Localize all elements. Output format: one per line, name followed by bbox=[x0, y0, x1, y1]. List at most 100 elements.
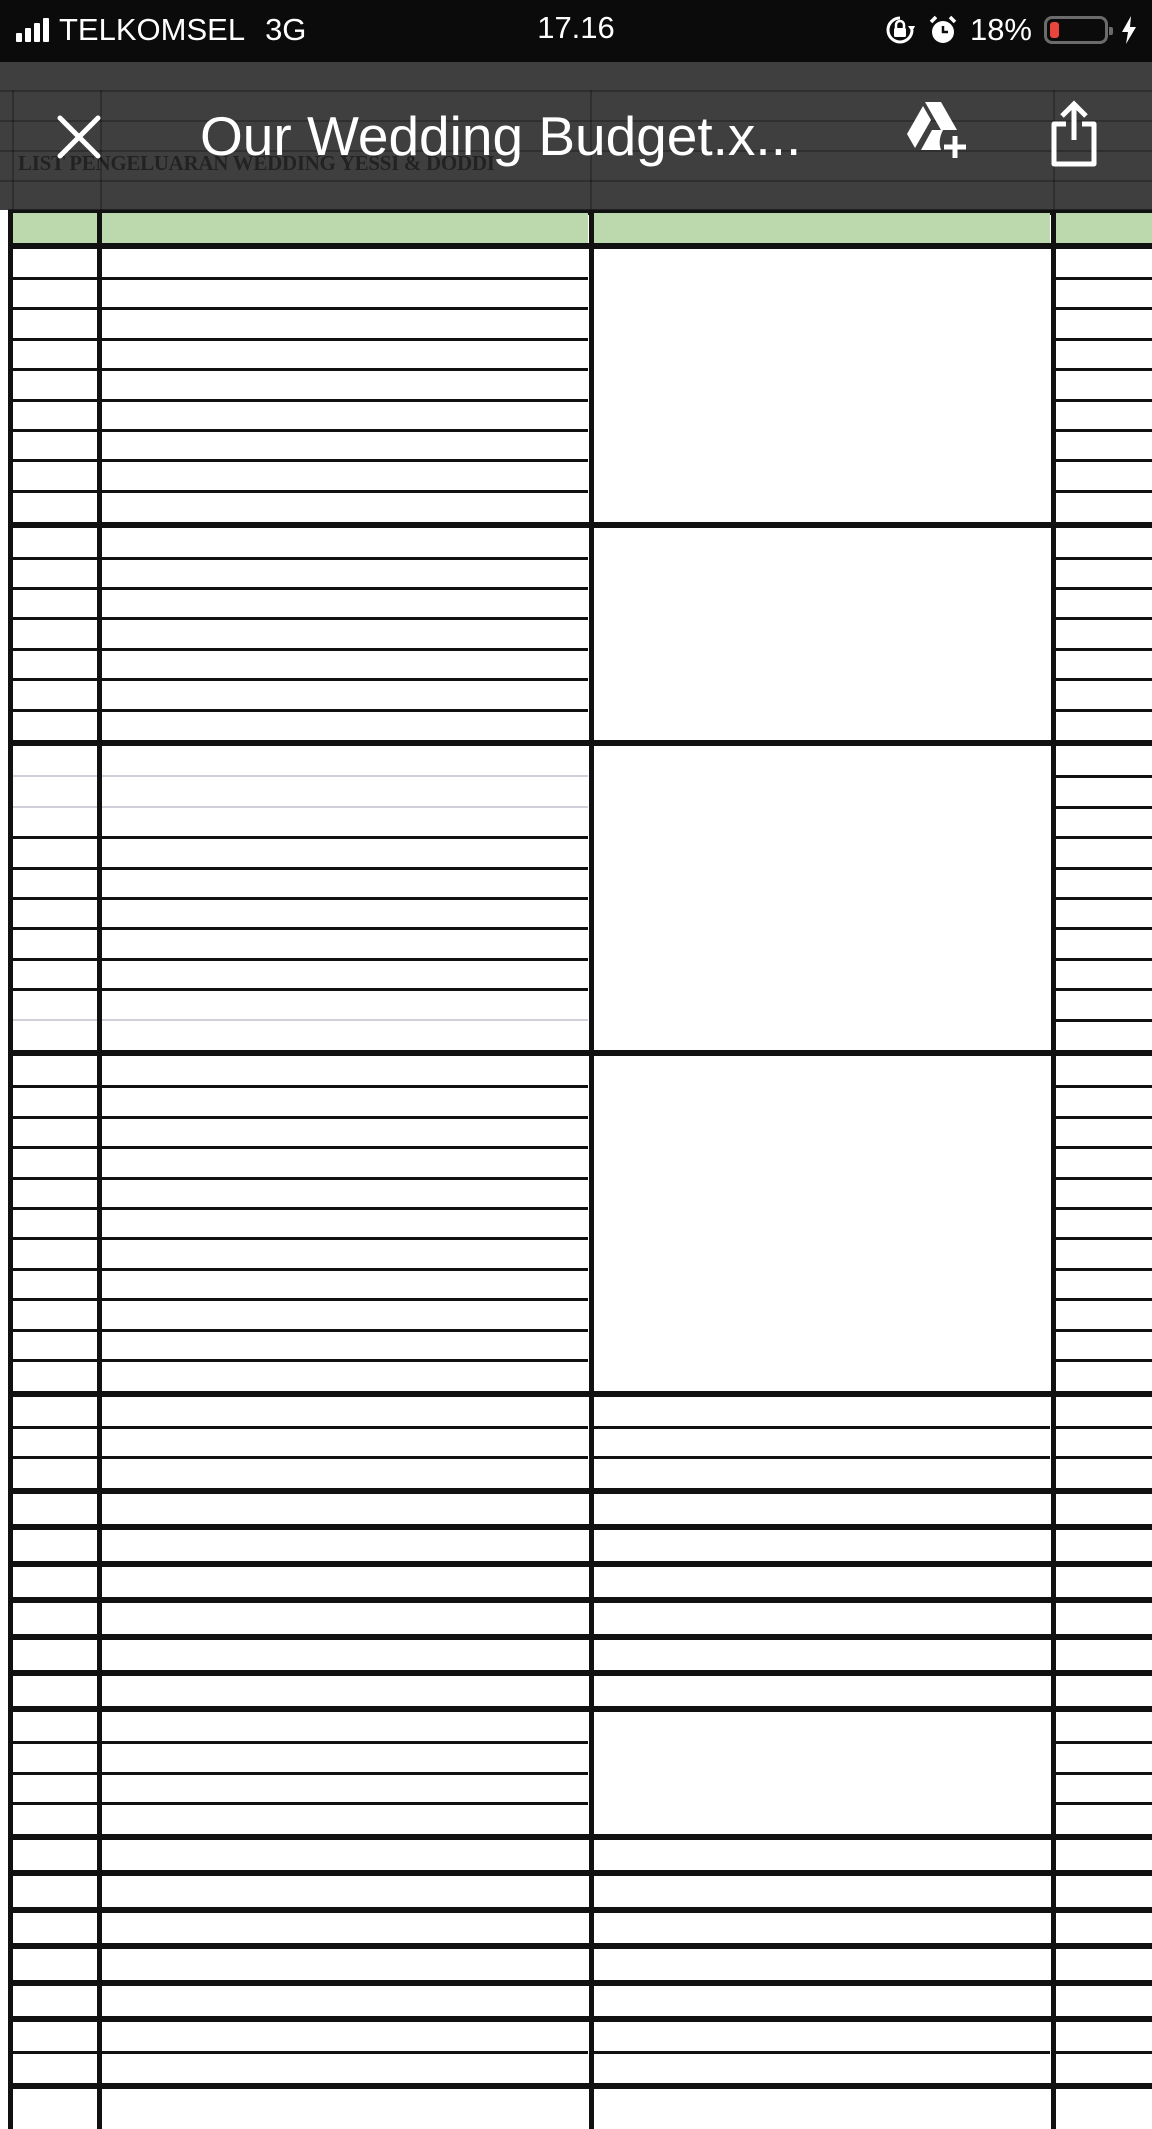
blank-cell[interactable] bbox=[1056, 430, 1152, 460]
item-cell[interactable] bbox=[100, 1148, 588, 1178]
category-cell[interactable] bbox=[100, 1567, 588, 1597]
item-cell[interactable] bbox=[100, 929, 588, 959]
blank-cell[interactable] bbox=[1056, 898, 1152, 928]
blank-cell[interactable] bbox=[1056, 1087, 1152, 1117]
category-cell[interactable] bbox=[100, 1840, 588, 1870]
item-cell[interactable] bbox=[100, 558, 588, 588]
item-cell[interactable] bbox=[100, 898, 588, 928]
blank-cell[interactable] bbox=[1056, 710, 1152, 740]
blank-cell[interactable] bbox=[1056, 1913, 1152, 1943]
blank-cell[interactable] bbox=[1056, 1458, 1152, 1488]
item-cell[interactable] bbox=[100, 1458, 588, 1488]
item-cell[interactable] bbox=[100, 491, 588, 521]
vendor-cell[interactable] bbox=[594, 1603, 1050, 1633]
item-cell[interactable] bbox=[100, 1117, 588, 1147]
blank-cell[interactable] bbox=[1056, 1269, 1152, 1299]
item-cell[interactable] bbox=[100, 649, 588, 679]
blank-cell[interactable] bbox=[1056, 1986, 1152, 2016]
vendor-cell[interactable] bbox=[594, 1397, 1050, 1427]
blank-cell[interactable] bbox=[1056, 558, 1152, 588]
category-cell[interactable] bbox=[100, 1494, 588, 1524]
item-cell[interactable] bbox=[100, 1427, 588, 1457]
blank-cell[interactable] bbox=[1056, 868, 1152, 898]
blank-cell[interactable] bbox=[1056, 777, 1152, 807]
blank-cell[interactable] bbox=[1056, 1876, 1152, 1906]
category-cell[interactable] bbox=[100, 1949, 588, 1979]
blank-cell[interactable] bbox=[1056, 1397, 1152, 1427]
item-cell[interactable] bbox=[100, 1330, 588, 1360]
vendor-cell[interactable] bbox=[594, 1458, 1050, 1488]
blank-cell[interactable] bbox=[1056, 339, 1152, 369]
vendor-cell[interactable] bbox=[594, 1530, 1050, 1560]
blank-cell[interactable] bbox=[1056, 1427, 1152, 1457]
item-cell[interactable] bbox=[100, 339, 588, 369]
category-cell[interactable] bbox=[100, 1640, 588, 1670]
blank-cell[interactable] bbox=[1056, 309, 1152, 339]
close-button[interactable] bbox=[52, 110, 106, 164]
blank-cell[interactable] bbox=[1056, 1300, 1152, 1330]
column-header-vendor[interactable] bbox=[594, 213, 1050, 243]
blank-cell[interactable] bbox=[1056, 838, 1152, 868]
blank-cell[interactable] bbox=[1056, 1494, 1152, 1524]
item-cell[interactable] bbox=[100, 1743, 588, 1773]
category-cell[interactable] bbox=[100, 1676, 588, 1706]
category-cell[interactable] bbox=[100, 1913, 588, 1943]
blank-cell[interactable] bbox=[1056, 1117, 1152, 1147]
category-cell[interactable] bbox=[100, 1397, 588, 1427]
category-cell[interactable] bbox=[100, 1712, 588, 1742]
blank-cell[interactable] bbox=[1056, 588, 1152, 618]
vendor-cell[interactable] bbox=[594, 1640, 1050, 1670]
item-cell[interactable] bbox=[100, 461, 588, 491]
blank-cell[interactable] bbox=[1056, 461, 1152, 491]
spreadsheet-view[interactable]: LIST PENGELUARAN WEDDING YESSI & DODDI bbox=[0, 0, 1152, 2129]
item-cell[interactable] bbox=[100, 680, 588, 710]
blank-cell[interactable] bbox=[1056, 990, 1152, 1020]
share-button[interactable] bbox=[1048, 100, 1100, 168]
category-cell[interactable] bbox=[100, 1603, 588, 1633]
blank-cell[interactable] bbox=[1056, 1178, 1152, 1208]
category-cell[interactable] bbox=[100, 1056, 588, 1086]
blank-cell[interactable] bbox=[1056, 1712, 1152, 1742]
blank-cell[interactable] bbox=[1056, 1676, 1152, 1706]
item-cell[interactable] bbox=[100, 1239, 588, 1269]
blank-cell[interactable] bbox=[1056, 1840, 1152, 1870]
category-cell[interactable] bbox=[100, 248, 588, 278]
category-cell[interactable] bbox=[100, 1530, 588, 1560]
blank-cell[interactable] bbox=[1056, 1567, 1152, 1597]
blank-cell[interactable] bbox=[1056, 1743, 1152, 1773]
vendor-cell-merged[interactable] bbox=[594, 1056, 1050, 1390]
vendor-cell[interactable] bbox=[594, 1986, 1050, 2016]
vendor-cell[interactable] bbox=[594, 1876, 1050, 1906]
blank-cell[interactable] bbox=[1056, 1773, 1152, 1803]
vendor-cell[interactable] bbox=[594, 1427, 1050, 1457]
item-cell[interactable] bbox=[100, 278, 588, 308]
blank-cell[interactable] bbox=[1056, 1640, 1152, 1670]
vendor-cell-merged[interactable] bbox=[594, 746, 1050, 1050]
blank-cell[interactable] bbox=[1056, 1603, 1152, 1633]
vendor-cell-merged[interactable] bbox=[594, 528, 1050, 741]
vendor-cell[interactable] bbox=[594, 1949, 1050, 1979]
vendor-cell[interactable] bbox=[594, 1567, 1050, 1597]
blank-cell[interactable] bbox=[1056, 528, 1152, 558]
vendor-cell-merged[interactable] bbox=[594, 1712, 1050, 1834]
vendor-cell[interactable] bbox=[594, 1840, 1050, 1870]
item-cell[interactable] bbox=[100, 1020, 588, 1050]
blank-cell[interactable] bbox=[1056, 619, 1152, 649]
item-cell[interactable] bbox=[100, 588, 588, 618]
item-cell[interactable] bbox=[100, 370, 588, 400]
category-cell[interactable] bbox=[100, 528, 588, 558]
vendor-cell[interactable] bbox=[594, 2052, 1050, 2082]
item-cell[interactable] bbox=[100, 400, 588, 430]
item-cell[interactable] bbox=[100, 807, 588, 837]
blank-cell[interactable] bbox=[1056, 1208, 1152, 1238]
item-cell[interactable] bbox=[100, 1208, 588, 1238]
blank-cell[interactable] bbox=[1056, 807, 1152, 837]
blank-cell[interactable] bbox=[1056, 1804, 1152, 1834]
blank-cell[interactable] bbox=[1056, 1530, 1152, 1560]
item-cell[interactable] bbox=[100, 959, 588, 989]
blank-cell[interactable] bbox=[1056, 400, 1152, 430]
column-header-no[interactable] bbox=[12, 213, 98, 243]
column-header-blank[interactable] bbox=[1056, 213, 1152, 243]
category-cell[interactable] bbox=[100, 1876, 588, 1906]
item-cell[interactable] bbox=[100, 1360, 588, 1390]
